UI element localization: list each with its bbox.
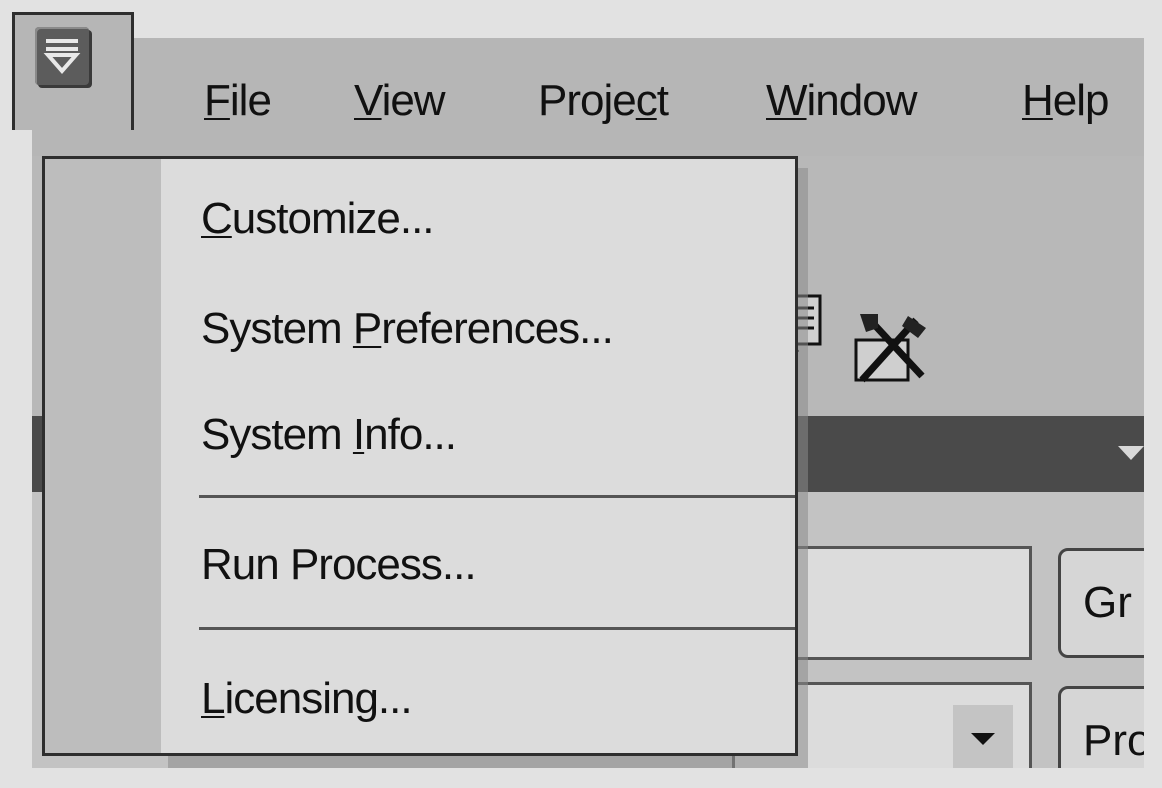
side-button-top[interactable]: Gr — [1058, 548, 1144, 658]
menu-item-system-preferences[interactable]: System Preferences... — [201, 303, 614, 355]
menu-item-customize[interactable]: Customize... — [201, 193, 435, 245]
tools-icon[interactable] — [852, 310, 932, 391]
app-menu-icon — [35, 27, 89, 85]
app-dropdown-menu: Customize... System Preferences... Syste… — [42, 156, 798, 756]
menu-project[interactable]: Project — [538, 76, 669, 126]
menu-item-system-info[interactable]: System Info... — [201, 409, 457, 461]
menu-separator — [199, 627, 795, 630]
menu-help[interactable]: Help — [1022, 76, 1109, 126]
menu-item-licensing[interactable]: Licensing... — [201, 673, 413, 725]
menu-view[interactable]: View — [354, 76, 446, 126]
menu-bar: File View Project Window Help — [32, 38, 1144, 156]
app-menu-button[interactable] — [12, 12, 134, 130]
side-button-bottom[interactable]: Pro — [1058, 686, 1144, 768]
menu-file[interactable]: File — [204, 76, 272, 126]
menu-gutter — [45, 159, 161, 753]
menu-separator — [199, 495, 795, 498]
chevron-down-icon[interactable] — [1118, 446, 1144, 460]
dropdown-arrow-icon[interactable] — [953, 705, 1013, 768]
menu-item-run-process[interactable]: Run Process... — [201, 539, 477, 591]
menu-window[interactable]: Window — [766, 76, 917, 126]
